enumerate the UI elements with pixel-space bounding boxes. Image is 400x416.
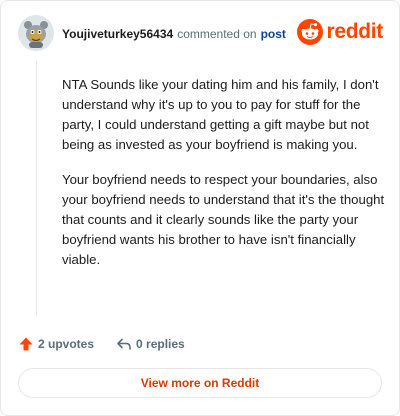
replies-button[interactable]: 0 replies (116, 336, 185, 352)
upvotes-count: 2 upvotes (38, 337, 95, 351)
upvote-arrow-icon (19, 337, 33, 351)
username-link[interactable]: Youjiveturkey56434 (62, 27, 173, 41)
comment-paragraph: Your boyfriend needs to respect your bou… (62, 172, 385, 267)
meta-text: commented on (177, 27, 257, 41)
avatar[interactable] (18, 15, 54, 51)
reddit-brand-link[interactable]: reddit (297, 19, 383, 45)
reddit-wordmark: reddit (326, 20, 383, 43)
view-more-button[interactable]: View more on Reddit (18, 368, 382, 398)
thread-line (36, 61, 37, 316)
comment-actions: 2 upvotes 0 replies (18, 334, 207, 354)
post-link[interactable]: post (261, 27, 286, 41)
avatar-snoo-icon (18, 15, 54, 51)
comment-paragraph: NTA Sounds like your dating him and his … (62, 77, 379, 152)
reddit-snoo-icon (297, 19, 324, 45)
replies-count: 0 replies (136, 337, 185, 351)
comment-header: Youjiveturkey56434 commented on post reddi… (18, 15, 383, 55)
comment-meta: Youjiveturkey56434 commented on post (62, 27, 286, 41)
upvote-button[interactable]: 2 upvotes (18, 336, 94, 352)
reply-arrow-icon (117, 338, 131, 350)
comment-card: Youjiveturkey56434 commented on post reddi… (0, 0, 400, 416)
comment-body: NTA Sounds like your dating him and his … (62, 75, 388, 285)
